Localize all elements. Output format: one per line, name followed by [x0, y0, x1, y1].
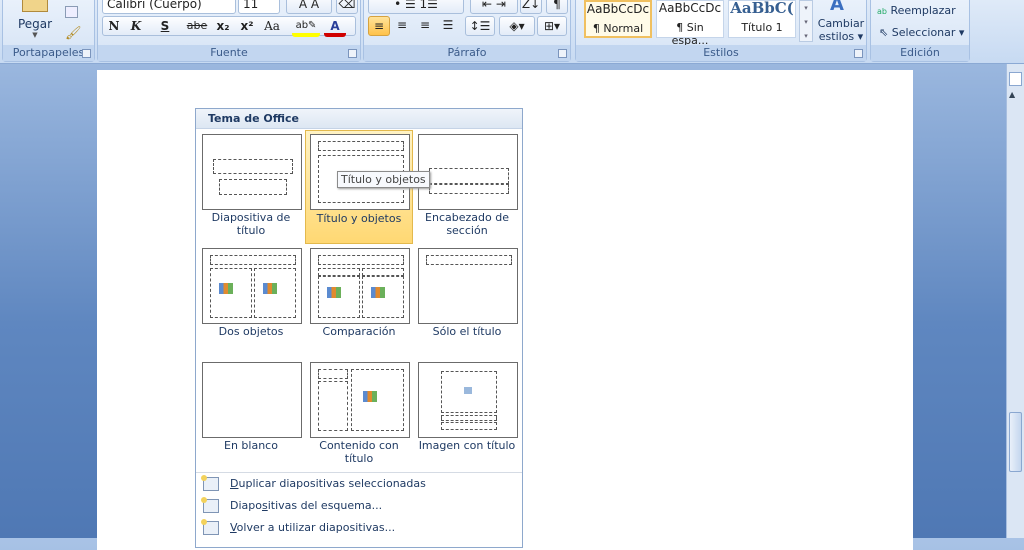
group-font: Calibri (Cuerpo) 11 A A ⌫ N K S abe x₂ x…: [97, 0, 361, 62]
group-styles: AaBbCcDc ¶ Normal AaBbCcDc ¶ Sin espa... A…: [575, 0, 867, 62]
list-buttons[interactable]: • ☰ 1☰: [368, 0, 464, 14]
dialog-launcher-icon[interactable]: [348, 49, 357, 58]
sort-icon[interactable]: Z↓: [520, 0, 542, 14]
layout-label: Contenido con título: [319, 439, 399, 465]
align-right-button[interactable]: ≡: [414, 16, 436, 36]
outline-slides-icon: [201, 497, 219, 513]
cursor-icon: ⇖: [879, 26, 889, 39]
ruler-toggle-icon[interactable]: [1009, 72, 1022, 86]
duplicate-slides-icon: [201, 475, 219, 491]
show-marks-icon[interactable]: ¶: [546, 0, 568, 14]
reuse-slides-icon: [201, 519, 219, 535]
dialog-launcher-icon[interactable]: [82, 49, 91, 58]
highlight-icon[interactable]: ab✎: [292, 17, 320, 37]
superscript-button[interactable]: x²: [236, 17, 258, 37]
layout-title-only[interactable]: Sólo el título: [413, 244, 521, 358]
layout-thumbnail: [202, 134, 302, 210]
copy-icon[interactable]: [65, 6, 78, 18]
layout-label: Comparación: [322, 325, 396, 338]
line-spacing-button[interactable]: ↕☰: [465, 16, 495, 36]
font-size-input[interactable]: 11: [238, 0, 280, 14]
dialog-launcher-icon[interactable]: [558, 49, 567, 58]
italic-button[interactable]: K: [127, 17, 145, 37]
menu-item-reuse-slides[interactable]: Volver a utilizar diapositivas...: [196, 517, 522, 539]
layout-thumbnail: [418, 134, 518, 210]
paste-button[interactable]: Pegar ▼: [15, 0, 55, 44]
style-normal[interactable]: AaBbCcDc ¶ Normal: [584, 0, 652, 38]
change-case-button[interactable]: Aa: [258, 17, 286, 37]
layout-thumbnail: [310, 248, 410, 324]
align-center-button[interactable]: ≡: [391, 16, 413, 36]
style-no-spacing[interactable]: AaBbCcDc ¶ Sin espa...: [656, 0, 724, 47]
tooltip: Título y objetos: [337, 171, 430, 188]
font-name-input[interactable]: Calibri (Cuerpo): [102, 0, 236, 14]
bold-button[interactable]: N: [105, 17, 123, 37]
group-label: Fuente: [98, 45, 360, 61]
replace-icon: ab: [877, 7, 887, 16]
layout-comparison[interactable]: Comparación: [305, 244, 413, 358]
styles-scroll-buttons[interactable]: ▾ ▾ ▾: [799, 0, 813, 42]
indent-buttons[interactable]: ⇤ ⇥: [470, 0, 518, 14]
change-styles-button[interactable]: Cambiar estilos ▾: [814, 17, 868, 43]
layout-thumbnail: [202, 362, 302, 438]
group-label: Estilos: [576, 45, 866, 61]
layout-label: Título y objetos: [316, 212, 402, 225]
layout-thumbnail: [418, 362, 518, 438]
group-label: Párrafo: [364, 45, 570, 61]
layout-label: En blanco: [224, 439, 278, 452]
strikethrough-button[interactable]: abe: [184, 17, 210, 37]
format-painter-icon[interactable]: 🖌: [65, 26, 82, 41]
grow-shrink-font-button[interactable]: A A: [286, 0, 332, 14]
scroll-up-arrow[interactable]: ▲: [1009, 90, 1015, 99]
gallery-header: Tema de Office: [196, 109, 522, 129]
layout-thumbnail: [418, 248, 518, 324]
layout-content-with-caption[interactable]: Contenido con título: [305, 358, 413, 472]
clear-format-icon[interactable]: ⌫: [336, 0, 358, 14]
layout-two-content[interactable]: Dos objetos: [197, 244, 305, 358]
group-editing: ab Reemplazar ⇖ Seleccionar ▾ Edición: [870, 0, 970, 62]
change-styles-icon: A: [830, 0, 844, 15]
group-label: Edición: [871, 45, 969, 61]
group-clipboard: Pegar ▼ 🖌 Portapapeles: [2, 0, 95, 62]
font-color-icon[interactable]: A: [324, 17, 346, 37]
layout-blank[interactable]: En blanco: [197, 358, 305, 472]
group-label: Portapapeles: [3, 45, 94, 61]
shading-icon[interactable]: ◈▾: [499, 16, 535, 36]
subscript-button[interactable]: x₂: [212, 17, 234, 37]
layout-picture-with-caption[interactable]: Imagen con título: [413, 358, 521, 472]
select-button[interactable]: ⇖ Seleccionar ▾: [879, 26, 964, 39]
layout-label: Encabezado de sección: [425, 211, 509, 237]
replace-button[interactable]: ab Reemplazar: [877, 4, 956, 17]
paste-icon: [22, 0, 48, 12]
style-heading-1[interactable]: AaBbC(Título 1: [728, 0, 796, 38]
group-paragraph: • ☰ 1☰ ⇤ ⇥ Z↓ ¶ ≡ ≡ ≡ ☰ ↕☰ ◈▾ ⊞▾ Párrafo: [363, 0, 571, 62]
menu-item-slides-from-outline[interactable]: Diapositivas del esquema...: [196, 495, 522, 517]
dialog-launcher-icon[interactable]: [854, 49, 863, 58]
justify-button[interactable]: ☰: [437, 16, 459, 36]
layout-thumbnail: [310, 362, 410, 438]
vertical-scrollbar[interactable]: ▲: [1006, 64, 1024, 538]
layout-label: Sólo el título: [432, 325, 502, 338]
scroll-thumb[interactable]: [1009, 412, 1022, 472]
layout-title-slide[interactable]: Diapositiva de título: [197, 130, 305, 244]
layout-label: Diapositiva de título: [211, 211, 291, 237]
borders-icon[interactable]: ⊞▾: [537, 16, 567, 36]
menu-item-duplicate-slides[interactable]: Duplicar diapositivas seleccionadas: [196, 473, 522, 495]
underline-button[interactable]: S: [150, 17, 180, 37]
paste-label: Pegar: [17, 17, 53, 31]
gallery-menu: Duplicar diapositivas seleccionadas Diap…: [196, 472, 522, 539]
layout-thumbnail: [202, 248, 302, 324]
ribbon: Pegar ▼ 🖌 Portapapeles Calibri (Cuerpo) …: [0, 0, 1024, 64]
layout-label: Dos objetos: [218, 325, 284, 338]
layout-label: Imagen con título: [418, 439, 516, 452]
align-left-button[interactable]: ≡: [368, 16, 390, 36]
